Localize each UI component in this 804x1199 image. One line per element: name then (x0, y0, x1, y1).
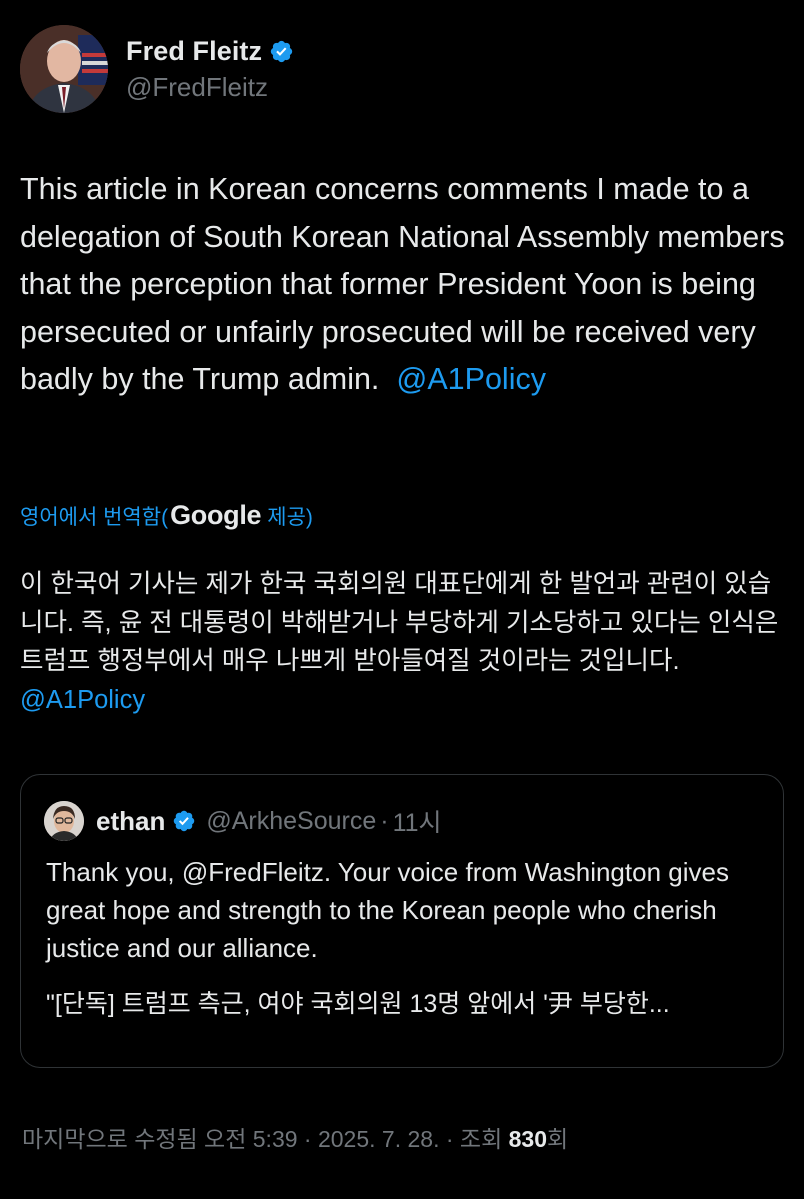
quoted-tweet-text: Thank you, @FredFleitz. Your voice from … (46, 857, 729, 963)
quoted-link-preview: "[단독] 트럼프 측근, 여야 국회의원 13명 앞에서 '尹 부당한... (46, 990, 670, 1018)
view-count-suffix: 회 (547, 1126, 569, 1152)
google-logo: Google (170, 500, 262, 530)
author-avatar[interactable] (20, 25, 108, 113)
translation-label[interactable]: 영어에서 번역함( Google 제공) (20, 500, 313, 531)
tweet-meta: 마지막으로 수정됨 오전 5:39 · 2025. 7. 28. · 조회 83… (22, 1120, 568, 1154)
quoted-author-avatar (44, 801, 84, 841)
translated-body: 이 한국어 기사는 제가 한국 국회의원 대표단에게 한 발언과 관련이 있습니… (20, 565, 790, 719)
quoted-timestamp: 11시 (392, 809, 442, 837)
translated-text: 이 한국어 기사는 제가 한국 국회의원 대표단에게 한 발언과 관련이 있습니… (20, 570, 779, 675)
quoted-tweet-card[interactable]: ethan @ArkheSource · 11시 Thank you, @Fre… (20, 774, 784, 1068)
author-display-name[interactable]: Fred Fleitz (126, 36, 262, 67)
quoted-author-handle: @ArkheSource (206, 806, 377, 835)
quoted-separator: · (380, 806, 389, 835)
author-avatar-image (20, 25, 108, 113)
translated-mention-link[interactable]: @A1Policy (20, 686, 145, 714)
tweet-body: This article in Korean concerns comments… (20, 166, 790, 404)
quoted-verified-badge-icon (174, 810, 195, 832)
translation-label-suffix: 제공) (267, 506, 313, 529)
quoted-tweet-header: ethan @ArkheSource · 11시 (44, 801, 442, 841)
tweet-header: Fred Fleitz @FredFleitz (20, 25, 294, 113)
tweet-mention-link[interactable]: @A1Policy (396, 362, 546, 396)
quoted-author-name: ethan (96, 805, 166, 836)
edited-timestamp[interactable]: 마지막으로 수정됨 오전 5:39 · 2025. 7. 28. · 조회 (22, 1126, 509, 1152)
translation-label-prefix: 영어에서 번역함( (20, 506, 169, 529)
author-handle[interactable]: @FredFleitz (126, 72, 294, 103)
view-count: 830 (508, 1126, 547, 1152)
verified-badge-icon (270, 40, 293, 62)
quoted-avatar-image (44, 801, 84, 841)
